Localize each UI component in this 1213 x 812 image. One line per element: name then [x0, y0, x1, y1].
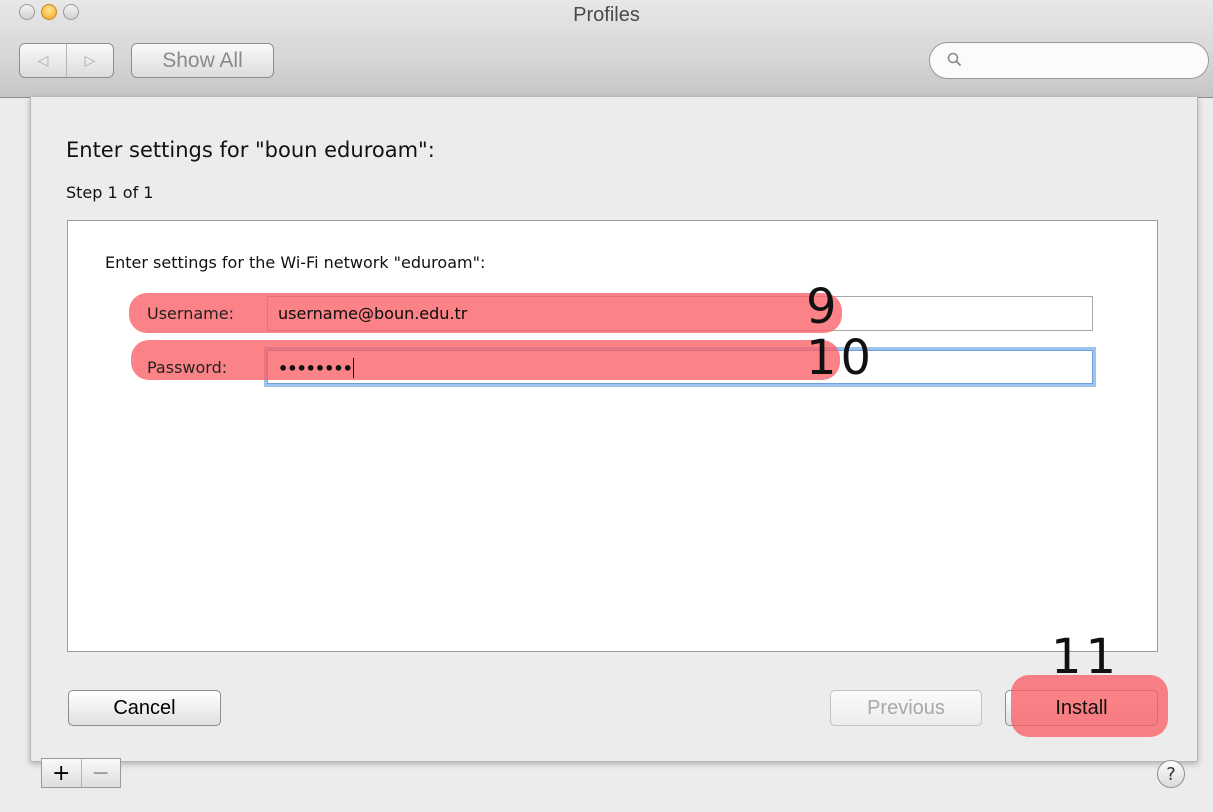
cancel-button[interactable]: Cancel	[68, 690, 221, 726]
annotation-step-10: 10	[806, 330, 876, 386]
back-arrow-icon: ◁	[37, 52, 49, 69]
password-text-overlay: ••••••••	[267, 352, 867, 384]
forward-arrow-icon: ▷	[84, 52, 96, 69]
password-label: Password:	[147, 358, 228, 377]
back-forward-control: ◁ ▷	[19, 43, 114, 78]
wifi-instruction: Enter settings for the Wi-Fi network "ed…	[105, 253, 486, 272]
text-caret	[352, 358, 354, 378]
sheet-heading: Enter settings for "boun eduroam":	[66, 138, 435, 162]
settings-panel	[67, 220, 1158, 652]
step-indicator: Step 1 of 1	[66, 183, 154, 202]
remove-profile-button[interactable]: −	[80, 759, 121, 787]
password-value: ••••••••	[278, 358, 353, 378]
username-text-overlay: username@boun.edu.tr	[267, 296, 1093, 331]
search-icon	[947, 52, 961, 66]
window-title: Profiles	[573, 4, 640, 26]
back-button[interactable]: ◁	[20, 44, 66, 77]
username-label: Username:	[147, 304, 234, 323]
forward-button[interactable]: ▷	[66, 44, 113, 77]
search-field[interactable]	[929, 42, 1209, 79]
annotation-step-9: 9	[806, 279, 841, 335]
help-button[interactable]: ?	[1157, 760, 1185, 788]
annotation-step-11: 11	[1051, 629, 1121, 685]
add-remove-control: + −	[41, 758, 121, 788]
add-profile-button[interactable]: +	[42, 759, 81, 787]
username-value-text: username@boun.edu.tr	[278, 304, 468, 323]
window-toolbar: Profiles ◁ ▷ Show All	[0, 0, 1213, 98]
previous-button[interactable]: Previous	[830, 690, 982, 726]
install-button-label: Install	[1055, 696, 1108, 719]
show-all-button[interactable]: Show All	[131, 43, 274, 78]
